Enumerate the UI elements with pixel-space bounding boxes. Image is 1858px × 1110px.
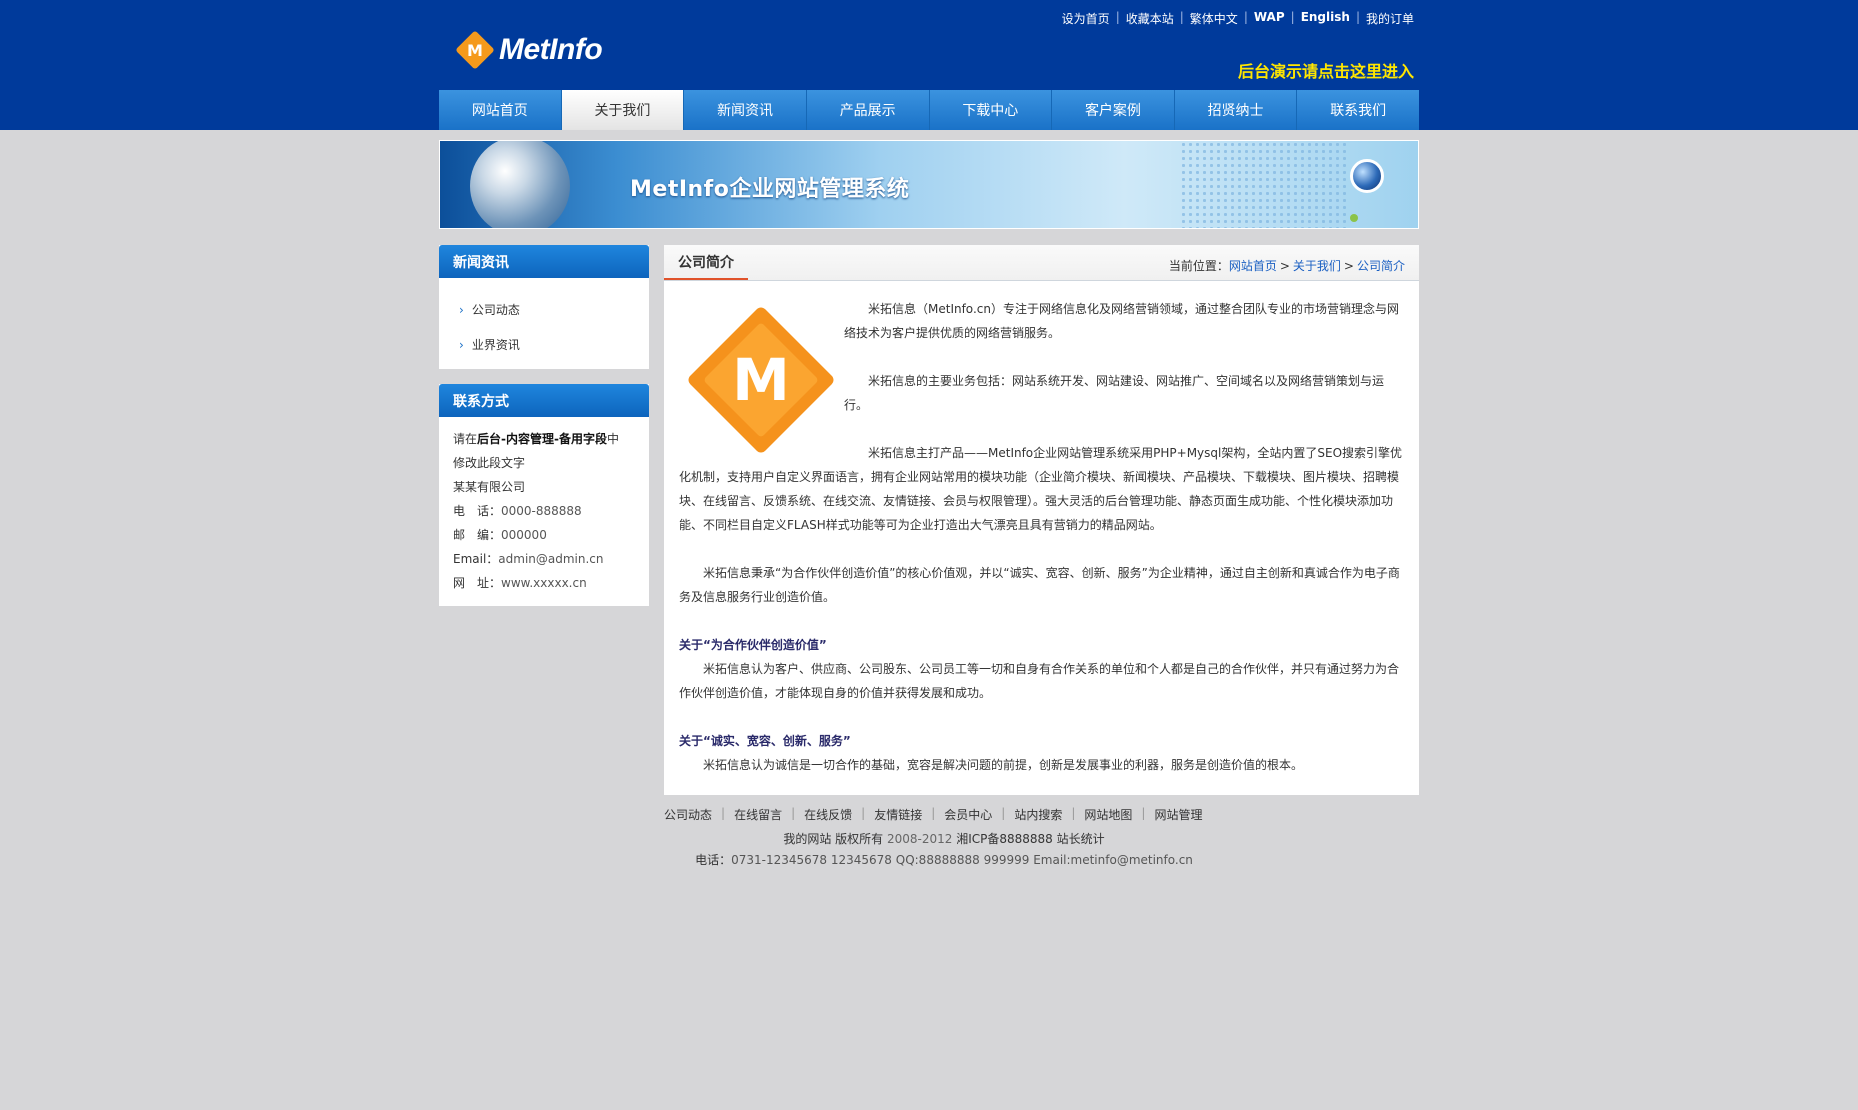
footer-link-feedback[interactable]: 在线反馈 [804, 806, 852, 823]
top-link-wap[interactable]: WAP [1254, 10, 1285, 27]
sidebar-contact-box: 联系方式 请在后台-内容管理-备用字段中 修改此段文字 某某有限公司 电 话：0… [439, 384, 649, 606]
sidebar-item-company-news[interactable]: › 公司动态 [459, 292, 649, 327]
paragraph-business: 米拓信息的主要业务包括：网站系统开发、网站建设、网站推广、空间域名以及网络营销策… [844, 374, 1385, 412]
paragraph-intro: 米拓信息（MetInfo.cn）专注于网络信息化及网络营销领域，通过整合团队专业… [844, 302, 1399, 340]
contact-note-2: 修改此段文字 [453, 456, 526, 470]
sidebar-item-label: 业界资讯 [471, 338, 520, 352]
contact-zip: 邮 编：000000 [453, 528, 547, 542]
subheading-partner-value: 关于“为合作伙伴创造价值” [679, 638, 827, 652]
sidebar-news-box: 新闻资讯 › 公司动态 › 业界资讯 [439, 245, 649, 369]
top-link-set-home[interactable]: 设为首页 [1062, 10, 1110, 27]
top-link-english[interactable]: English [1301, 10, 1350, 27]
dot-map-decoration [1180, 141, 1350, 228]
logo-text: MetInfo [499, 33, 603, 66]
admin-demo-link[interactable]: 后台演示请点击这里进入 [1238, 58, 1414, 82]
footer-link-guestbook[interactable]: 在线留言 [734, 806, 782, 823]
main-nav: 网站首页 关于我们 新闻资讯 产品展示 下载中心 客户案例 招贤纳士 联系我们 [439, 90, 1419, 130]
footer-contact: 电话：0731-12345678 12345678 QQ:88888888 99… [695, 853, 1193, 867]
nav-cases[interactable]: 客户案例 [1052, 90, 1175, 130]
paragraph-values: 米拓信息秉承“为合作伙伴创造价值”的核心价值观，并以“诚实、宽容、创新、服务”为… [679, 566, 1400, 604]
nav-contact[interactable]: 联系我们 [1297, 90, 1419, 130]
chevron-right-icon: › [459, 302, 464, 317]
nav-products[interactable]: 产品展示 [806, 90, 930, 130]
footer-link-site-search[interactable]: 站内搜索 [1014, 806, 1062, 823]
site-logo[interactable]: M MetInfo [455, 28, 603, 72]
nav-downloads[interactable]: 下载中心 [929, 90, 1053, 130]
sidebar-item-industry-news[interactable]: › 业界资讯 [459, 327, 649, 362]
contact-details: 请在后台-内容管理-备用字段中 修改此段文字 某某有限公司 电 话：0000-8… [439, 417, 649, 605]
nav-news[interactable]: 新闻资讯 [684, 90, 807, 130]
breadcrumb-company-profile[interactable]: 公司简介 [1357, 259, 1405, 273]
contact-note: 请在后台-内容管理-备用字段中 [453, 432, 619, 446]
contact-phone: 电 话：0000-888888 [453, 504, 582, 518]
top-link-my-orders[interactable]: 我的订单 [1366, 10, 1414, 27]
footer-links: 公司动态 | 在线留言 | 在线反馈 | 友情链接 | 会员中心 | 站内搜索 | 网站地图… [664, 806, 1203, 823]
logo-diamond-icon: M [455, 30, 495, 70]
top-links: 设为首页 | 收藏本站 | 繁体中文 | WAP | English | 我的订单 [1061, 10, 1414, 27]
breadcrumb-home[interactable]: 网站首页 [1229, 259, 1277, 273]
top-link-traditional-chinese[interactable]: 繁体中文 [1190, 10, 1238, 27]
top-link-bookmark[interactable]: 收藏本站 [1126, 10, 1174, 27]
paragraph-partner-value: 米拓信息认为客户、供应商、公司股东、公司员工等一切和自身有合作关系的单位和个人都… [679, 662, 1400, 700]
contact-website: 网 址：www.xxxxx.cn [453, 576, 587, 590]
sidebar-news-title: 新闻资讯 [439, 245, 649, 278]
banner: MetInfo企业网站管理系统 [439, 140, 1419, 229]
sidebar-news-list: › 公司动态 › 业界资讯 [439, 278, 649, 362]
small-globe-icon [1350, 159, 1384, 193]
contact-email: Email：admin@admin.cn [453, 552, 604, 566]
nav-about[interactable]: 关于我们 [561, 90, 685, 130]
green-dot-decoration [1350, 214, 1358, 222]
content-title: 公司简介 [664, 245, 748, 280]
sidebar-item-label: 公司动态 [471, 303, 520, 317]
subheading-spirit: 关于“诚实、宽容、创新、服务” [679, 734, 851, 748]
paragraph-product: 米拓信息主打产品——MetInfo企业网站管理系统采用PHP+Mysql架构，全… [679, 446, 1403, 532]
nav-jobs[interactable]: 招贤纳士 [1174, 90, 1298, 130]
main-content: 公司简介 当前位置：网站首页 > 关于我们 > 公司简介 M 米拓信息（MetInfo.… [664, 245, 1419, 795]
chevron-right-icon: › [459, 337, 464, 352]
paragraph-spirit: 米拓信息认为诚信是一切合作的基础，宽容是解决问题的前提，创新是发展事业的利器，服… [703, 758, 1304, 772]
sidebar-contact-title: 联系方式 [439, 384, 649, 417]
footer-link-sitemap[interactable]: 网站地图 [1084, 806, 1132, 823]
footer-copyright: 我的网站 版权所有 2008-2012 湘ICP备8888888 站长统计 [783, 832, 1105, 846]
content-header: 公司简介 当前位置：网站首页 > 关于我们 > 公司简介 [664, 245, 1419, 281]
breadcrumb: 当前位置：网站首页 > 关于我们 > 公司简介 [1168, 259, 1405, 273]
footer-link-member-center[interactable]: 会员中心 [944, 806, 992, 823]
article-body: 米拓信息（MetInfo.cn）专注于网络信息化及网络营销领域，通过整合团队专业… [679, 297, 1404, 777]
footer-link-admin[interactable]: 网站管理 [1154, 806, 1202, 823]
contact-company: 某某有限公司 [453, 480, 526, 494]
banner-title: MetInfo企业网站管理系统 [630, 177, 910, 202]
nav-home[interactable]: 网站首页 [439, 90, 562, 130]
page-wrapper: M MetInfo 设为首页 | 收藏本站 | 繁体中文 | WAP | English… [439, 0, 1419, 1110]
globe-image [470, 141, 570, 228]
footer-link-company-news[interactable]: 公司动态 [664, 806, 712, 823]
breadcrumb-about[interactable]: 关于我们 [1293, 259, 1341, 273]
footer-link-friend-links[interactable]: 友情链接 [874, 806, 922, 823]
